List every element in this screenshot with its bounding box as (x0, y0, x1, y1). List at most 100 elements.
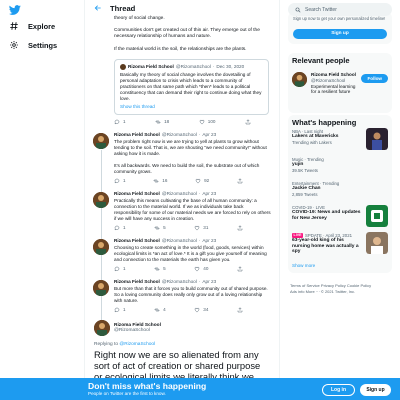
tweet-actions: 1 18 100 (85, 115, 279, 129)
retweet-count: 16 (162, 177, 168, 183)
tweet-actions: 1 5 31 (114, 222, 271, 235)
trend-item[interactable]: LIVE SPDATE · April 23, 2021 63-year-old… (292, 232, 388, 255)
share-button[interactable] (245, 119, 251, 125)
tweet-date[interactable]: Apr 23 (202, 238, 216, 244)
share-button[interactable] (237, 266, 243, 272)
trend-item[interactable]: Music · Trending yujin 39.5K Tweets (292, 157, 388, 173)
reply-button[interactable]: 1 (114, 178, 126, 184)
retweet-button[interactable]: 5 (154, 266, 166, 272)
share-button[interactable] (237, 225, 243, 231)
share-icon (237, 266, 243, 272)
reply-icon (114, 266, 120, 272)
separator-dot: · (198, 278, 201, 284)
trend-item[interactable]: NBA · Last night Lakers at Mavericks Tre… (292, 128, 388, 150)
search-input[interactable]: Search Twitter (288, 3, 392, 16)
banner-subtitle: People on Twitter are the first to know. (88, 391, 166, 396)
tweet-body: Choosing to create something in the worl… (114, 245, 271, 263)
avatar-image (93, 191, 109, 208)
tweet-text: Choosing to create something in the worl… (114, 244, 267, 262)
login-button[interactable]: Log in (322, 384, 355, 396)
replying-mention[interactable]: @RizomaSchool (119, 342, 155, 347)
thread-tweet[interactable]: Rizoma Field School @RizomaSchool · Apr … (85, 129, 279, 230)
author-name[interactable]: Rizoma Field School (114, 191, 160, 197)
author-handle: @RizomaSchool (161, 237, 197, 243)
author-block: Rizoma Field School @RizomaSchool (114, 323, 161, 333)
reply-count: 1 (123, 177, 126, 183)
relevant-people-title: Relevant people (292, 56, 350, 65)
avatar[interactable] (94, 319, 110, 336)
person-bio: Experimental learning for a resilient fu… (311, 83, 356, 95)
signup-subtitle: Sign up now to get your own personalized… (293, 16, 386, 21)
quote-author-handle: @RizomaSchool (175, 63, 211, 69)
avatar-image (292, 72, 307, 87)
reply-button[interactable]: 1 (114, 266, 126, 272)
tweet-text: If the material world is the soil, the r… (114, 46, 247, 52)
sidebar-item-settings[interactable]: Settings (9, 40, 57, 50)
retweet-button[interactable]: 18 (155, 119, 169, 125)
tweet-date[interactable]: Apr 23 (202, 191, 216, 197)
avatar-image (93, 238, 109, 255)
reply-button[interactable]: 1 (114, 307, 126, 313)
heart-icon (195, 307, 200, 313)
heart-icon (199, 119, 205, 125)
like-button[interactable]: 92 (195, 178, 209, 184)
like-count: 34 (203, 306, 209, 312)
share-icon (245, 119, 251, 125)
sidebar-item-explore[interactable]: Explore (9, 21, 55, 31)
author-name[interactable]: Rizoma Field School (114, 279, 160, 285)
tweet-date[interactable]: Apr 23 (202, 132, 216, 138)
thread-tweet[interactable]: Rizoma Field School @RizomaSchool · Apr … (85, 235, 279, 300)
avatar[interactable] (93, 191, 109, 208)
reply-icon (114, 178, 120, 184)
retweet-button[interactable]: 4 (154, 307, 166, 313)
banner-signup-button[interactable]: Sign up (360, 384, 391, 396)
retweet-icon (154, 226, 160, 230)
tweet-header: Rizoma Field School @RizomaSchool · Apr … (114, 132, 271, 138)
top-tweet: theory of social change. Communities don… (85, 16, 279, 115)
author-name[interactable]: Rizoma Field School (114, 132, 160, 138)
share-button[interactable] (237, 307, 243, 313)
footer-line[interactable]: Ads info More ··· © 2021 Twitter, Inc. (290, 289, 394, 295)
signup-button[interactable]: Sign up (293, 28, 387, 39)
retweet-button[interactable]: 16 (153, 178, 167, 184)
reply-icon (114, 225, 120, 231)
hashtag-icon (10, 22, 18, 30)
back-arrow-icon[interactable] (94, 4, 102, 12)
show-more-link[interactable]: Show more (292, 263, 315, 268)
like-button[interactable]: 100 (199, 119, 215, 125)
relevant-person[interactable]: Rizoma Field School @RizomaSchool Experi… (292, 72, 388, 95)
like-button[interactable]: 34 (194, 307, 208, 313)
reply-button[interactable]: 1 (114, 119, 126, 125)
avatar[interactable] (93, 132, 109, 149)
share-icon (237, 225, 243, 231)
reply-button[interactable]: 1 (114, 225, 126, 231)
avatar-image (93, 132, 109, 149)
like-button[interactable]: 40 (194, 266, 208, 272)
person-name[interactable]: Rizoma Field School (311, 72, 357, 78)
trend-title: COVID-19: News and updates for New Jerse… (292, 210, 361, 221)
thread-tweet[interactable]: Rizoma Field School @RizomaSchool · Apr … (85, 188, 279, 259)
trend-item[interactable]: Entertainment · Trending Jackie Chan 2,8… (292, 181, 388, 197)
retweet-button[interactable]: 5 (154, 225, 166, 231)
twitter-logo[interactable] (9, 4, 21, 16)
author-handle: @RizomaSchool (161, 190, 197, 196)
avatar[interactable] (93, 238, 109, 255)
retweet-icon (155, 120, 161, 124)
like-button[interactable]: 31 (194, 225, 208, 231)
whats-happening-title: What's happening (292, 118, 357, 127)
avatar[interactable] (292, 72, 307, 87)
tweet-body: The problem right now is we are trying t… (114, 139, 271, 175)
quoted-tweet[interactable]: Rizoma Field School @RizomaSchool · Dec … (114, 58, 269, 115)
trend-item[interactable]: COVID-19 · LIVE COVID-19: News and updat… (292, 205, 388, 227)
share-button[interactable] (237, 178, 243, 184)
author-name[interactable]: Rizoma Field School (114, 238, 160, 244)
thread-tweet[interactable]: Rizoma Field School @RizomaSchool · Apr … (85, 276, 279, 335)
follow-button[interactable]: Follow (361, 74, 388, 83)
avatar[interactable] (93, 279, 109, 296)
like-count: 92 (204, 177, 210, 183)
reply-icon (114, 307, 120, 313)
trend-title: 63-year-old king of his nursing home was… (292, 238, 359, 255)
tweet-date[interactable]: Apr 23 (202, 279, 216, 285)
signup-card: Sign up now to get your own personalized… (288, 12, 392, 44)
show-thread-link[interactable]: Show this thread (120, 104, 263, 110)
